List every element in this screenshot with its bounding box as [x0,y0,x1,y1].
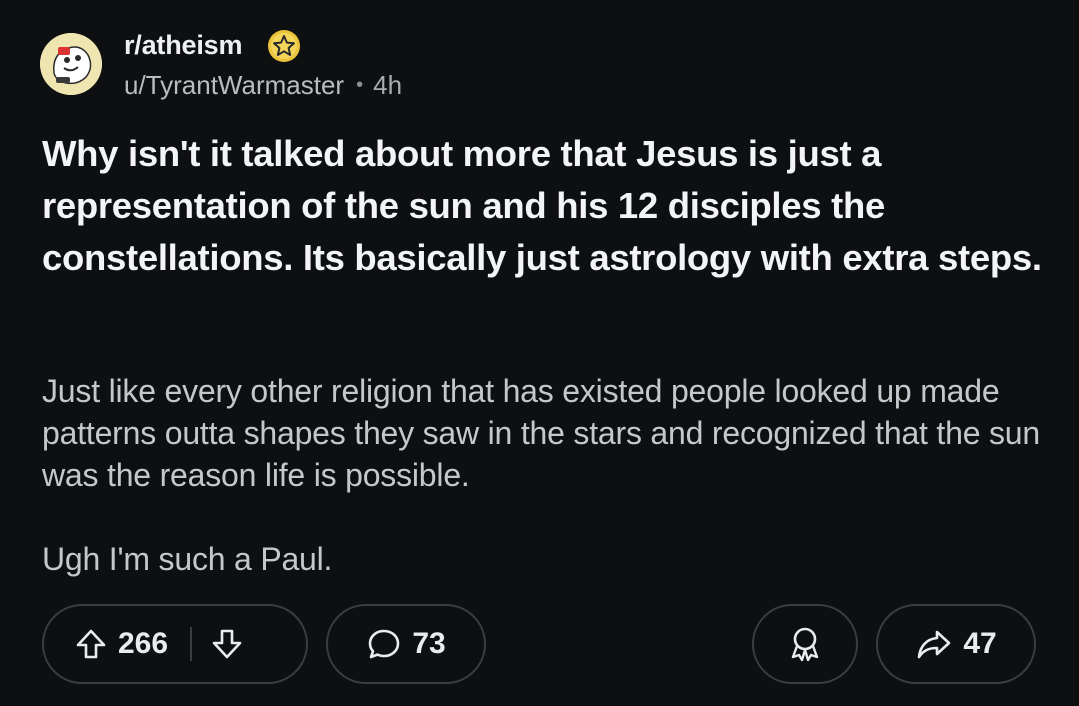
subreddit-name[interactable]: r/atheism [124,30,242,61]
share-count: 47 [963,627,997,660]
meta-separator: • [356,73,364,96]
subreddit-row: r/atheism [124,28,402,64]
vote-control: 266 [42,604,308,684]
post-title[interactable]: Why isn't it talked about more that Jesu… [42,128,1042,284]
post-header: r/atheism u/TyrantWarmaster • 4h [40,24,402,104]
action-bar: 266 73 47 [42,604,1036,686]
share-button[interactable]: 47 [876,604,1036,684]
speech-bubble-icon [366,626,402,662]
post-time: 4h [373,69,403,100]
share-arrow-icon [915,626,953,662]
star-badge-icon[interactable] [266,28,302,64]
arrow-up-icon[interactable] [74,627,108,661]
author-name[interactable]: u/TyrantWarmaster [124,70,344,101]
avatar-image [40,33,102,95]
post-meta: r/atheism u/TyrantWarmaster • 4h [124,28,402,101]
arrow-down-icon[interactable] [210,627,244,661]
body-paragraph: Just like every other religion that has … [42,373,1040,493]
award-ribbon-icon [785,624,825,664]
comments-button[interactable]: 73 [326,604,486,684]
comment-count: 73 [412,627,446,660]
author-row: u/TyrantWarmaster • 4h [124,70,402,101]
subreddit-avatar[interactable] [40,33,102,95]
upvote-count: 266 [118,627,169,660]
post-card[interactable]: r/atheism u/TyrantWarmaster • 4h Why isn… [0,0,1079,706]
body-paragraph: Ugh I'm such a Paul. [42,541,333,577]
post-body: Just like every other religion that has … [42,370,1042,580]
vote-divider [190,627,193,661]
award-button[interactable] [752,604,858,684]
